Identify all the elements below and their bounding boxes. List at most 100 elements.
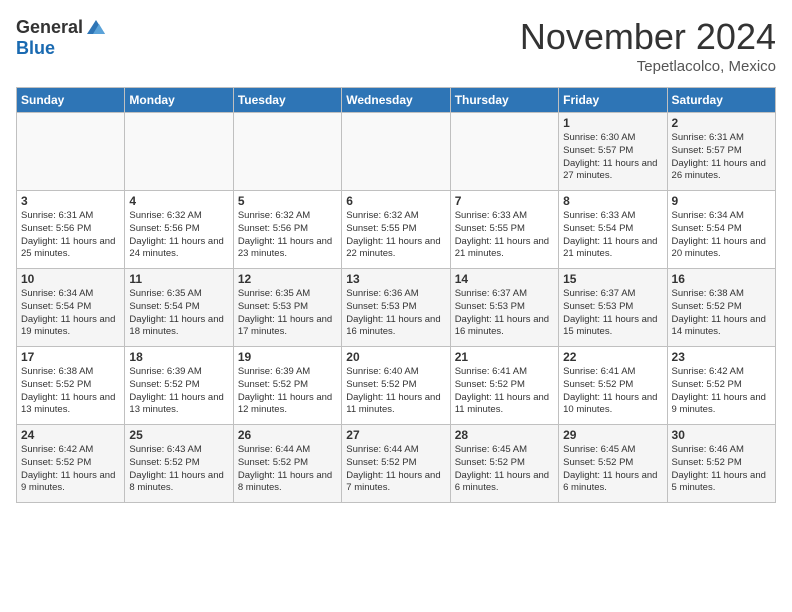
page: General Blue November 2024 Tepetlacolco,… bbox=[0, 0, 792, 612]
calendar-week-row: 24 Sunrise: 6:42 AM Sunset: 5:52 PM Dayli… bbox=[17, 425, 776, 503]
calendar-day-cell: 9 Sunrise: 6:34 AM Sunset: 5:54 PM Daylig… bbox=[667, 191, 775, 269]
day-number: 1 bbox=[563, 116, 662, 130]
calendar-day-cell: 18 Sunrise: 6:39 AM Sunset: 5:52 PM Dayli… bbox=[125, 347, 233, 425]
day-info: Sunrise: 6:42 AM Sunset: 5:52 PM Dayligh… bbox=[21, 444, 120, 495]
day-of-week-header: Sunday bbox=[17, 88, 125, 113]
calendar-day-cell: 26Sunrise: 6:44 AM Sunset: 5:52 PM Dayli… bbox=[233, 425, 341, 503]
day-number: 8 bbox=[563, 194, 662, 208]
calendar-day-cell: 7 Sunrise: 6:33 AM Sunset: 5:55 PM Daylig… bbox=[450, 191, 558, 269]
day-info: Sunrise: 6:30 AM Sunset: 5:57 PM Dayligh… bbox=[563, 132, 662, 183]
calendar-day-cell: 20 Sunrise: 6:40 AM Sunset: 5:52 PM Dayli… bbox=[342, 347, 450, 425]
day-of-week-header: Tuesday bbox=[233, 88, 341, 113]
day-info: Sunrise: 6:44 AM Sunset: 5:52 PM Dayligh… bbox=[238, 444, 337, 495]
day-number: 4 bbox=[129, 194, 228, 208]
logo-general-text: General bbox=[16, 17, 83, 38]
day-number: 14 bbox=[455, 272, 554, 286]
day-info: Sunrise: 6:32 AM Sunset: 5:55 PM Dayligh… bbox=[346, 210, 445, 261]
calendar-day-cell: 6 Sunrise: 6:32 AM Sunset: 5:55 PM Daylig… bbox=[342, 191, 450, 269]
day-number: 24 bbox=[21, 428, 120, 442]
day-number: 19 bbox=[238, 350, 337, 364]
calendar-day-cell bbox=[17, 113, 125, 191]
day-of-week-header: Saturday bbox=[667, 88, 775, 113]
day-info: Sunrise: 6:39 AM Sunset: 5:52 PM Dayligh… bbox=[238, 366, 337, 417]
calendar-day-cell bbox=[450, 113, 558, 191]
day-number: 17 bbox=[21, 350, 120, 364]
day-info: Sunrise: 6:36 AM Sunset: 5:53 PM Dayligh… bbox=[346, 288, 445, 339]
day-number: 30 bbox=[672, 428, 771, 442]
day-number: 25 bbox=[129, 428, 228, 442]
logo-blue-text: Blue bbox=[16, 38, 55, 59]
calendar-week-row: 3Sunrise: 6:31 AM Sunset: 5:56 PM Daylig… bbox=[17, 191, 776, 269]
day-of-week-header: Monday bbox=[125, 88, 233, 113]
calendar-day-cell: 17Sunrise: 6:38 AM Sunset: 5:52 PM Dayli… bbox=[17, 347, 125, 425]
day-info: Sunrise: 6:43 AM Sunset: 5:52 PM Dayligh… bbox=[129, 444, 228, 495]
calendar-table: SundayMondayTuesdayWednesdayThursdayFrid… bbox=[16, 87, 776, 503]
calendar-body: 1 Sunrise: 6:30 AM Sunset: 5:57 PM Daylig… bbox=[17, 113, 776, 503]
day-number: 7 bbox=[455, 194, 554, 208]
day-number: 11 bbox=[129, 272, 228, 286]
calendar-day-cell: 28Sunrise: 6:45 AM Sunset: 5:52 PM Dayli… bbox=[450, 425, 558, 503]
logo-icon bbox=[85, 16, 107, 38]
calendar-day-cell: 11 Sunrise: 6:35 AM Sunset: 5:54 PM Dayli… bbox=[125, 269, 233, 347]
day-number: 13 bbox=[346, 272, 445, 286]
day-info: Sunrise: 6:46 AM Sunset: 5:52 PM Dayligh… bbox=[672, 444, 771, 495]
day-info: Sunrise: 6:31 AM Sunset: 5:57 PM Dayligh… bbox=[672, 132, 771, 183]
calendar-day-cell: 5Sunrise: 6:32 AM Sunset: 5:56 PM Daylig… bbox=[233, 191, 341, 269]
calendar-day-cell: 29 Sunrise: 6:45 AM Sunset: 5:52 PM Dayli… bbox=[559, 425, 667, 503]
calendar-header: SundayMondayTuesdayWednesdayThursdayFrid… bbox=[17, 88, 776, 113]
day-number: 27 bbox=[346, 428, 445, 442]
day-info: Sunrise: 6:34 AM Sunset: 5:54 PM Dayligh… bbox=[672, 210, 771, 261]
calendar-day-cell: 3Sunrise: 6:31 AM Sunset: 5:56 PM Daylig… bbox=[17, 191, 125, 269]
day-number: 5 bbox=[238, 194, 337, 208]
calendar-day-cell: 13 Sunrise: 6:36 AM Sunset: 5:53 PM Dayli… bbox=[342, 269, 450, 347]
calendar-day-cell: 23Sunrise: 6:42 AM Sunset: 5:52 PM Dayli… bbox=[667, 347, 775, 425]
day-info: Sunrise: 6:39 AM Sunset: 5:52 PM Dayligh… bbox=[129, 366, 228, 417]
calendar-day-cell bbox=[233, 113, 341, 191]
calendar-day-cell: 27Sunrise: 6:44 AM Sunset: 5:52 PM Dayli… bbox=[342, 425, 450, 503]
day-number: 18 bbox=[129, 350, 228, 364]
calendar-week-row: 17Sunrise: 6:38 AM Sunset: 5:52 PM Dayli… bbox=[17, 347, 776, 425]
day-number: 9 bbox=[672, 194, 771, 208]
day-info: Sunrise: 6:33 AM Sunset: 5:55 PM Dayligh… bbox=[455, 210, 554, 261]
calendar-day-cell bbox=[342, 113, 450, 191]
calendar-day-cell: 8Sunrise: 6:33 AM Sunset: 5:54 PM Daylig… bbox=[559, 191, 667, 269]
day-number: 20 bbox=[346, 350, 445, 364]
day-number: 28 bbox=[455, 428, 554, 442]
month-title: November 2024 bbox=[520, 16, 776, 58]
day-number: 6 bbox=[346, 194, 445, 208]
calendar-day-cell: 22Sunrise: 6:41 AM Sunset: 5:52 PM Dayli… bbox=[559, 347, 667, 425]
day-info: Sunrise: 6:35 AM Sunset: 5:54 PM Dayligh… bbox=[129, 288, 228, 339]
calendar-day-cell: 16Sunrise: 6:38 AM Sunset: 5:52 PM Dayli… bbox=[667, 269, 775, 347]
calendar-day-cell: 4Sunrise: 6:32 AM Sunset: 5:56 PM Daylig… bbox=[125, 191, 233, 269]
calendar-day-cell: 25 Sunrise: 6:43 AM Sunset: 5:52 PM Dayli… bbox=[125, 425, 233, 503]
day-info: Sunrise: 6:35 AM Sunset: 5:53 PM Dayligh… bbox=[238, 288, 337, 339]
day-info: Sunrise: 6:31 AM Sunset: 5:56 PM Dayligh… bbox=[21, 210, 120, 261]
calendar-day-cell: 14 Sunrise: 6:37 AM Sunset: 5:53 PM Dayli… bbox=[450, 269, 558, 347]
day-info: Sunrise: 6:42 AM Sunset: 5:52 PM Dayligh… bbox=[672, 366, 771, 417]
calendar-day-cell: 24 Sunrise: 6:42 AM Sunset: 5:52 PM Dayli… bbox=[17, 425, 125, 503]
logo: General Blue bbox=[16, 16, 107, 59]
day-number: 12 bbox=[238, 272, 337, 286]
day-info: Sunrise: 6:45 AM Sunset: 5:52 PM Dayligh… bbox=[563, 444, 662, 495]
day-info: Sunrise: 6:37 AM Sunset: 5:53 PM Dayligh… bbox=[563, 288, 662, 339]
day-of-week-header: Thursday bbox=[450, 88, 558, 113]
calendar-day-cell: 21 Sunrise: 6:41 AM Sunset: 5:52 PM Dayli… bbox=[450, 347, 558, 425]
day-info: Sunrise: 6:40 AM Sunset: 5:52 PM Dayligh… bbox=[346, 366, 445, 417]
header: General Blue November 2024 Tepetlacolco,… bbox=[16, 16, 776, 75]
calendar-day-cell: 19 Sunrise: 6:39 AM Sunset: 5:52 PM Dayli… bbox=[233, 347, 341, 425]
day-of-week-header: Wednesday bbox=[342, 88, 450, 113]
day-info: Sunrise: 6:41 AM Sunset: 5:52 PM Dayligh… bbox=[455, 366, 554, 417]
calendar-day-cell: 30 Sunrise: 6:46 AM Sunset: 5:52 PM Dayli… bbox=[667, 425, 775, 503]
calendar-day-cell: 10Sunrise: 6:34 AM Sunset: 5:54 PM Dayli… bbox=[17, 269, 125, 347]
day-number: 2 bbox=[672, 116, 771, 130]
day-number: 29 bbox=[563, 428, 662, 442]
days-of-week-row: SundayMondayTuesdayWednesdayThursdayFrid… bbox=[17, 88, 776, 113]
day-info: Sunrise: 6:37 AM Sunset: 5:53 PM Dayligh… bbox=[455, 288, 554, 339]
calendar-week-row: 1 Sunrise: 6:30 AM Sunset: 5:57 PM Daylig… bbox=[17, 113, 776, 191]
day-info: Sunrise: 6:38 AM Sunset: 5:52 PM Dayligh… bbox=[672, 288, 771, 339]
calendar-day-cell: 15Sunrise: 6:37 AM Sunset: 5:53 PM Dayli… bbox=[559, 269, 667, 347]
day-number: 21 bbox=[455, 350, 554, 364]
day-info: Sunrise: 6:34 AM Sunset: 5:54 PM Dayligh… bbox=[21, 288, 120, 339]
title-block: November 2024 Tepetlacolco, Mexico bbox=[520, 16, 776, 75]
calendar-day-cell: 12 Sunrise: 6:35 AM Sunset: 5:53 PM Dayli… bbox=[233, 269, 341, 347]
